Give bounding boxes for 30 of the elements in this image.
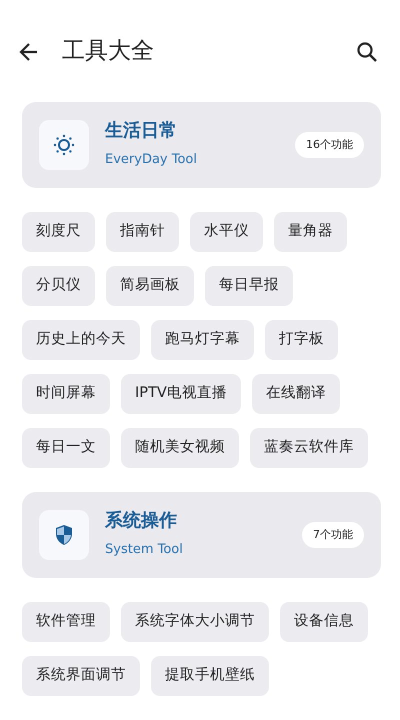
tool-chip[interactable]: 时间屏幕 <box>22 374 110 414</box>
tool-chip[interactable]: 蓝奏云软件库 <box>250 428 368 468</box>
tool-chip[interactable]: 刻度尺 <box>22 212 95 252</box>
tool-chip[interactable]: 随机美女视频 <box>121 428 239 468</box>
section-title: 生活日常 <box>105 120 178 142</box>
tool-chip[interactable]: 软件管理 <box>22 602 110 642</box>
tool-chip[interactable]: 量角器 <box>274 212 347 252</box>
tool-chip[interactable]: 提取手机壁纸 <box>151 656 269 696</box>
tool-chip[interactable]: 在线翻译 <box>252 374 340 414</box>
tool-chip[interactable]: 分贝仪 <box>22 266 95 306</box>
tool-chip[interactable]: 历史上的今天 <box>22 320 140 360</box>
tool-chip[interactable]: IPTV电视直播 <box>121 374 241 414</box>
tool-chip[interactable]: 设备信息 <box>280 602 368 642</box>
tool-chip[interactable]: 系统字体大小调节 <box>121 602 269 642</box>
tool-chip[interactable]: 水平仪 <box>190 212 263 252</box>
tool-chip[interactable]: 跑马灯字幕 <box>151 320 254 360</box>
sun-icon <box>53 134 75 156</box>
section-subtitle: EveryDay Tool <box>105 151 198 170</box>
tool-chip[interactable]: 系统界面调节 <box>22 656 140 696</box>
tool-chip[interactable]: 打字板 <box>265 320 338 360</box>
tool-chip[interactable]: 简易画板 <box>106 266 194 306</box>
tool-chip[interactable]: 每日早报 <box>205 266 293 306</box>
feature-count: 16个功能 <box>295 132 364 158</box>
shield-icon <box>54 524 74 546</box>
tool-chip[interactable]: 指南针 <box>106 212 179 252</box>
page-title: 工具大全 <box>62 36 154 66</box>
feature-count: 7个功能 <box>302 522 364 548</box>
tool-chip[interactable]: 每日一文 <box>22 428 110 468</box>
section-title: 系统操作 <box>105 510 178 532</box>
section-subtitle: System Tool <box>105 541 184 560</box>
